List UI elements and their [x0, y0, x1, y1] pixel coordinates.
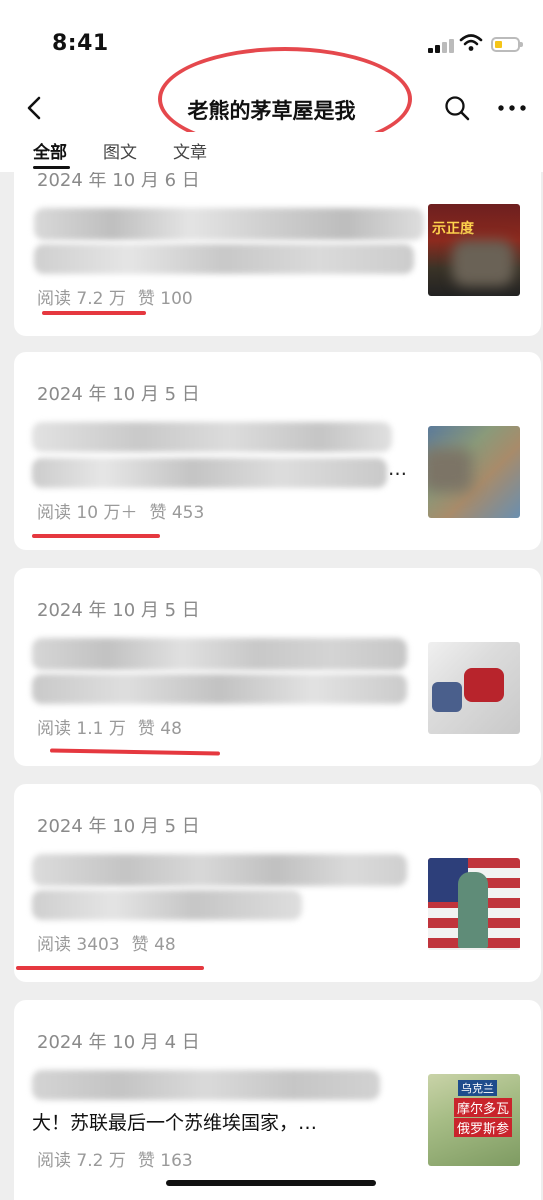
blurred-title-line [32, 422, 392, 452]
blurred-title-line [32, 458, 387, 488]
article-date: 2024 年 10 月 6 日 [37, 172, 200, 191]
article-stats: 阅读 7.2 万赞 100 [37, 284, 193, 309]
search-icon[interactable] [443, 94, 471, 122]
blurred-title-line [34, 208, 424, 240]
thumbnail-text: 乌克兰 [458, 1080, 497, 1096]
read-count: 阅读 7.2 万 [37, 1151, 126, 1171]
red-underline-annotation [42, 311, 146, 315]
article-stats: 阅读 3403 赞 48 [37, 930, 176, 955]
thumbnail-text: 俄罗斯参 [454, 1118, 513, 1137]
blurred-title-line [34, 244, 414, 274]
thumbnail-text: 示正度 [432, 221, 474, 237]
blurred-title-line [32, 674, 407, 704]
red-underline-annotation [32, 534, 160, 538]
article-card[interactable]: 2024 年 10 月 5 日 … 阅读 10 万＋ 赞 453 [14, 352, 541, 550]
article-thumbnail [428, 858, 520, 950]
tab-bar: 全部 图文 文章 [0, 132, 543, 172]
home-indicator[interactable] [166, 1180, 376, 1186]
blurred-title-line [32, 854, 407, 886]
status-time: 8:41 [52, 31, 109, 56]
article-card[interactable]: 2024 年 10 月 5 日 阅读 1.1 万赞 48 [14, 568, 541, 766]
read-count: 阅读 7.2 万 [37, 289, 126, 309]
wifi-icon [459, 34, 483, 51]
more-icon[interactable] [497, 94, 527, 122]
like-count: 赞 453 [149, 503, 205, 523]
read-count: 阅读 10 万＋ [37, 503, 138, 523]
article-thumbnail: 乌克兰 摩尔多瓦 俄罗斯参 [428, 1074, 520, 1166]
article-stats: 阅读 7.2 万赞 163 [37, 1146, 193, 1171]
thumbnail-text: 摩尔多瓦 [454, 1098, 513, 1117]
red-underline-annotation [16, 966, 204, 970]
article-card[interactable]: 2024 年 10 月 4 日 大！苏联最后一个苏维埃国家，… 阅读 7.2 万… [14, 1000, 541, 1200]
article-thumbnail [428, 426, 520, 518]
like-count: 赞 163 [137, 1151, 193, 1171]
like-count: 赞 100 [137, 289, 193, 309]
article-date: 2024 年 10 月 4 日 [37, 1032, 200, 1053]
blurred-title-line [32, 1070, 380, 1100]
article-stats: 阅读 1.1 万赞 48 [37, 714, 182, 739]
article-date: 2024 年 10 月 5 日 [37, 600, 200, 621]
blurred-title-line [32, 890, 302, 920]
article-thumbnail [428, 642, 520, 734]
article-card[interactable]: 2024 年 10 月 6 日 阅读 7.2 万赞 100 示正度 [14, 172, 541, 336]
article-title-ellipsis: … [388, 458, 407, 480]
like-count: 赞 48 [137, 719, 182, 739]
article-card[interactable]: 2024 年 10 月 5 日 阅读 3403 赞 48 [14, 784, 541, 982]
read-count: 阅读 1.1 万 [37, 719, 126, 739]
tab-all[interactable]: 全部 [33, 138, 67, 163]
signal-icon [428, 37, 456, 53]
article-title-line: 大！苏联最后一个苏维埃国家，… [32, 1112, 318, 1134]
article-date: 2024 年 10 月 5 日 [37, 816, 200, 837]
battery-icon [491, 37, 523, 52]
tab-images[interactable]: 图文 [103, 138, 137, 163]
like-count: 赞 48 [131, 935, 176, 955]
article-date: 2024 年 10 月 5 日 [37, 384, 200, 405]
active-tab-indicator [33, 166, 70, 169]
article-stats: 阅读 10 万＋ 赞 453 [37, 498, 204, 523]
article-thumbnail: 示正度 [428, 204, 520, 296]
blurred-title-line [32, 638, 407, 670]
read-count: 阅读 3403 [37, 935, 120, 955]
red-underline-annotation [49, 748, 221, 756]
tab-articles[interactable]: 文章 [173, 138, 207, 163]
